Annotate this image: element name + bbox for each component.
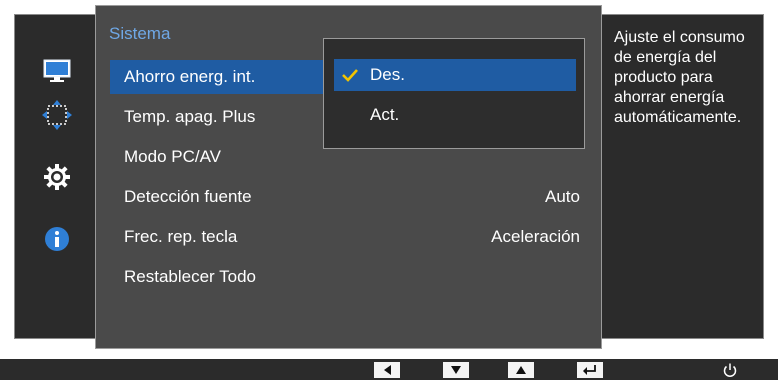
enter-icon[interactable] xyxy=(577,362,603,378)
menu-item-restablecer-todo[interactable]: Restablecer Todo xyxy=(110,260,580,294)
up-arrow-icon[interactable] xyxy=(508,362,534,378)
menu-item-deteccion-fuente[interactable]: Detección fuente Auto xyxy=(110,180,580,214)
menu-title: Sistema xyxy=(109,24,171,43)
help-panel: Ajuste el consumo de energía del product… xyxy=(602,14,764,339)
option-label: Des. xyxy=(370,65,405,84)
menu-item-frec-rep-tecla[interactable]: Frec. rep. tecla Aceleración xyxy=(110,220,580,254)
option-des[interactable]: Des. xyxy=(334,59,576,91)
menu-item-label: Modo PC/AV xyxy=(124,147,222,166)
info-icon[interactable] xyxy=(37,221,77,257)
menu-item-ahorro-energ[interactable]: Ahorro energ. int. xyxy=(110,60,324,94)
help-text: Ajuste el consumo de energía del product… xyxy=(614,29,745,126)
menu-item-label: Ahorro energ. int. xyxy=(124,67,256,86)
menu-item-value: Aceleración xyxy=(491,227,580,246)
menu-item-label: Restablecer Todo xyxy=(124,267,256,286)
option-act[interactable]: Act. xyxy=(334,99,576,131)
left-arrow-icon[interactable] xyxy=(374,362,400,378)
move-arrows-icon[interactable] xyxy=(37,97,77,133)
gear-icon[interactable] xyxy=(37,159,77,195)
menu-item-label: Detección fuente xyxy=(124,187,252,206)
checkmark-icon xyxy=(340,59,360,102)
category-rail xyxy=(14,14,95,339)
button-guide-bar xyxy=(0,359,778,380)
menu-item-label: Temp. apag. Plus xyxy=(124,107,256,126)
down-arrow-icon[interactable] xyxy=(443,362,469,378)
option-submenu: Des. Act. xyxy=(323,38,585,149)
menu-item-label: Frec. rep. tecla xyxy=(124,227,238,246)
menu-item-value: Auto xyxy=(545,187,580,206)
monitor-icon[interactable] xyxy=(37,53,77,89)
option-label: Act. xyxy=(370,105,400,124)
osd-menu: Sistema Ahorro energ. int. Temp. apag. P… xyxy=(0,0,778,350)
power-icon[interactable] xyxy=(720,360,740,380)
